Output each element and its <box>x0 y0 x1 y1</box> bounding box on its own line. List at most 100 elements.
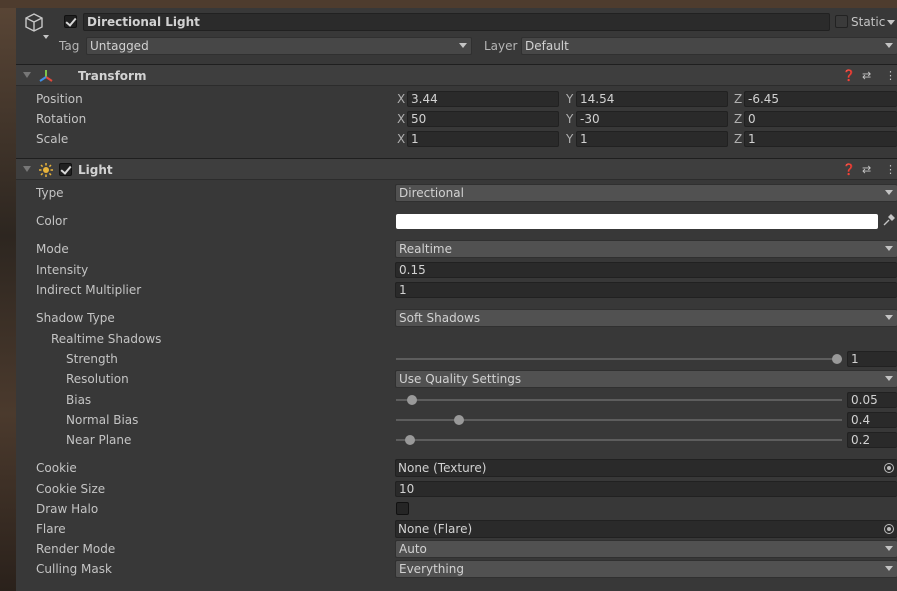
axis-y-label[interactable]: Y <box>566 131 573 147</box>
transform-title: Transform <box>78 69 147 83</box>
axis-z-label[interactable]: Z <box>734 131 742 147</box>
culling-mask-dropdown[interactable]: Everything <box>395 560 897 578</box>
indirect-multiplier-label: Indirect Multiplier <box>36 283 142 297</box>
type-dropdown[interactable]: Directional <box>395 184 897 202</box>
cookie-field[interactable]: None (Texture) <box>395 459 897 477</box>
kebab-menu-icon[interactable]: ⋮ <box>885 69 896 82</box>
layer-dropdown[interactable]: Default <box>521 37 897 55</box>
culling-mask-label: Culling Mask <box>36 562 112 576</box>
presets-icon[interactable]: ⇄ <box>862 163 871 176</box>
inspector-panel: Directional Light Static Tag Untagged La… <box>16 8 897 591</box>
layer-value: Default <box>525 39 569 53</box>
render-mode-dropdown[interactable]: Auto <box>395 540 897 558</box>
near-plane-slider-thumb[interactable] <box>404 435 415 445</box>
foldout-arrow-icon[interactable] <box>23 166 31 172</box>
tag-dropdown[interactable]: Untagged <box>86 37 472 55</box>
axis-x-label[interactable]: X <box>397 91 405 107</box>
eyedropper-icon[interactable] <box>882 213 896 227</box>
static-checkbox[interactable] <box>835 15 848 28</box>
bias-field[interactable]: 0.05 <box>847 392 897 408</box>
chevron-down-icon <box>885 315 893 320</box>
intensity-field[interactable]: 0.15 <box>395 262 897 278</box>
position-label: Position <box>36 92 83 106</box>
scale-z-field[interactable]: 1 <box>744 131 897 147</box>
axis-x-label[interactable]: X <box>397 111 405 127</box>
normal-bias-slider-thumb[interactable] <box>453 415 464 425</box>
axis-x-label[interactable]: X <box>397 131 405 147</box>
static-label[interactable]: Static <box>851 14 885 30</box>
near-plane-field[interactable]: 0.2 <box>847 432 897 448</box>
help-icon[interactable]: ❓ <box>842 69 856 82</box>
chevron-down-icon <box>885 566 893 571</box>
near-plane-slider-track[interactable] <box>396 439 842 441</box>
background-left <box>0 0 16 591</box>
cube-icon <box>25 13 43 32</box>
shadow-type-dropdown[interactable]: Soft Shadows <box>395 309 897 327</box>
tag-value: Untagged <box>90 39 149 53</box>
rotation-y-field[interactable]: -30 <box>576 111 728 127</box>
rotation-z-field[interactable]: 0 <box>744 111 897 127</box>
object-picker-icon[interactable] <box>884 524 894 534</box>
foldout-arrow-icon[interactable] <box>23 72 31 78</box>
position-y-field[interactable]: 14.54 <box>576 91 728 107</box>
shadow-type-label: Shadow Type <box>36 311 115 325</box>
presets-icon[interactable]: ⇄ <box>862 69 871 82</box>
draw-halo-checkbox[interactable] <box>396 502 409 515</box>
axis-y-label[interactable]: Y <box>566 91 573 107</box>
active-checkbox[interactable] <box>64 15 77 28</box>
axis-z-label[interactable]: Z <box>734 91 742 107</box>
flare-field[interactable]: None (Flare) <box>395 520 897 538</box>
realtime-shadows-label: Realtime Shadows <box>51 332 162 346</box>
strength-label: Strength <box>66 352 118 366</box>
position-x-field[interactable]: 3.44 <box>407 91 559 107</box>
chevron-down-icon <box>885 546 893 551</box>
layer-label: Layer <box>484 39 518 53</box>
chevron-down-icon <box>885 43 893 48</box>
chevron-down-icon <box>459 43 467 48</box>
light-enabled-checkbox[interactable] <box>59 163 72 176</box>
strength-field[interactable]: 1 <box>847 351 897 367</box>
scale-x-field[interactable]: 1 <box>407 131 559 147</box>
indirect-multiplier-field[interactable]: 1 <box>395 282 897 298</box>
resolution-value: Use Quality Settings <box>399 372 522 386</box>
cookie-label: Cookie <box>36 461 77 475</box>
kebab-menu-icon[interactable]: ⋮ <box>885 163 896 176</box>
resolution-dropdown[interactable]: Use Quality Settings <box>395 370 897 388</box>
color-swatch[interactable] <box>396 214 878 229</box>
cookie-value: None (Texture) <box>398 461 487 475</box>
chevron-down-icon <box>885 246 893 251</box>
rotation-x-field[interactable]: 50 <box>407 111 559 127</box>
culling-mask-value: Everything <box>399 562 464 576</box>
static-dropdown-icon[interactable] <box>887 20 895 25</box>
light-header[interactable]: Light ❓ ⇄ ⋮ <box>16 158 897 180</box>
strength-slider-thumb[interactable] <box>832 354 842 364</box>
draw-halo-label: Draw Halo <box>36 502 99 516</box>
scale-y-field[interactable]: 1 <box>576 131 728 147</box>
strength-slider-track[interactable] <box>396 358 842 360</box>
axis-z-label[interactable]: Z <box>734 111 742 127</box>
scale-label: Scale <box>36 132 69 146</box>
object-picker-icon[interactable] <box>884 463 894 473</box>
help-icon[interactable]: ❓ <box>842 163 856 176</box>
flare-value: None (Flare) <box>398 522 473 536</box>
mode-dropdown[interactable]: Realtime <box>395 240 897 258</box>
mode-label: Mode <box>36 242 69 256</box>
axis-y-label[interactable]: Y <box>566 111 573 127</box>
intensity-label: Intensity <box>36 263 89 277</box>
mode-value: Realtime <box>399 242 452 256</box>
object-name-input[interactable]: Directional Light <box>83 13 830 31</box>
bias-slider-thumb[interactable] <box>406 395 417 405</box>
transform-axes-icon <box>39 70 53 82</box>
bias-slider-track[interactable] <box>396 399 842 401</box>
transform-header[interactable]: Transform ❓ ⇄ ⋮ <box>16 64 897 86</box>
normal-bias-field[interactable]: 0.4 <box>847 412 897 428</box>
tag-label: Tag <box>59 39 80 53</box>
bias-label: Bias <box>66 393 92 407</box>
cookie-size-field[interactable]: 10 <box>395 481 897 497</box>
type-label: Type <box>36 186 64 200</box>
icon-dropdown-caret[interactable] <box>43 35 49 39</box>
rotation-label: Rotation <box>36 112 87 126</box>
background-top <box>0 0 897 8</box>
light-icon <box>39 163 53 177</box>
position-z-field[interactable]: -6.45 <box>744 91 897 107</box>
